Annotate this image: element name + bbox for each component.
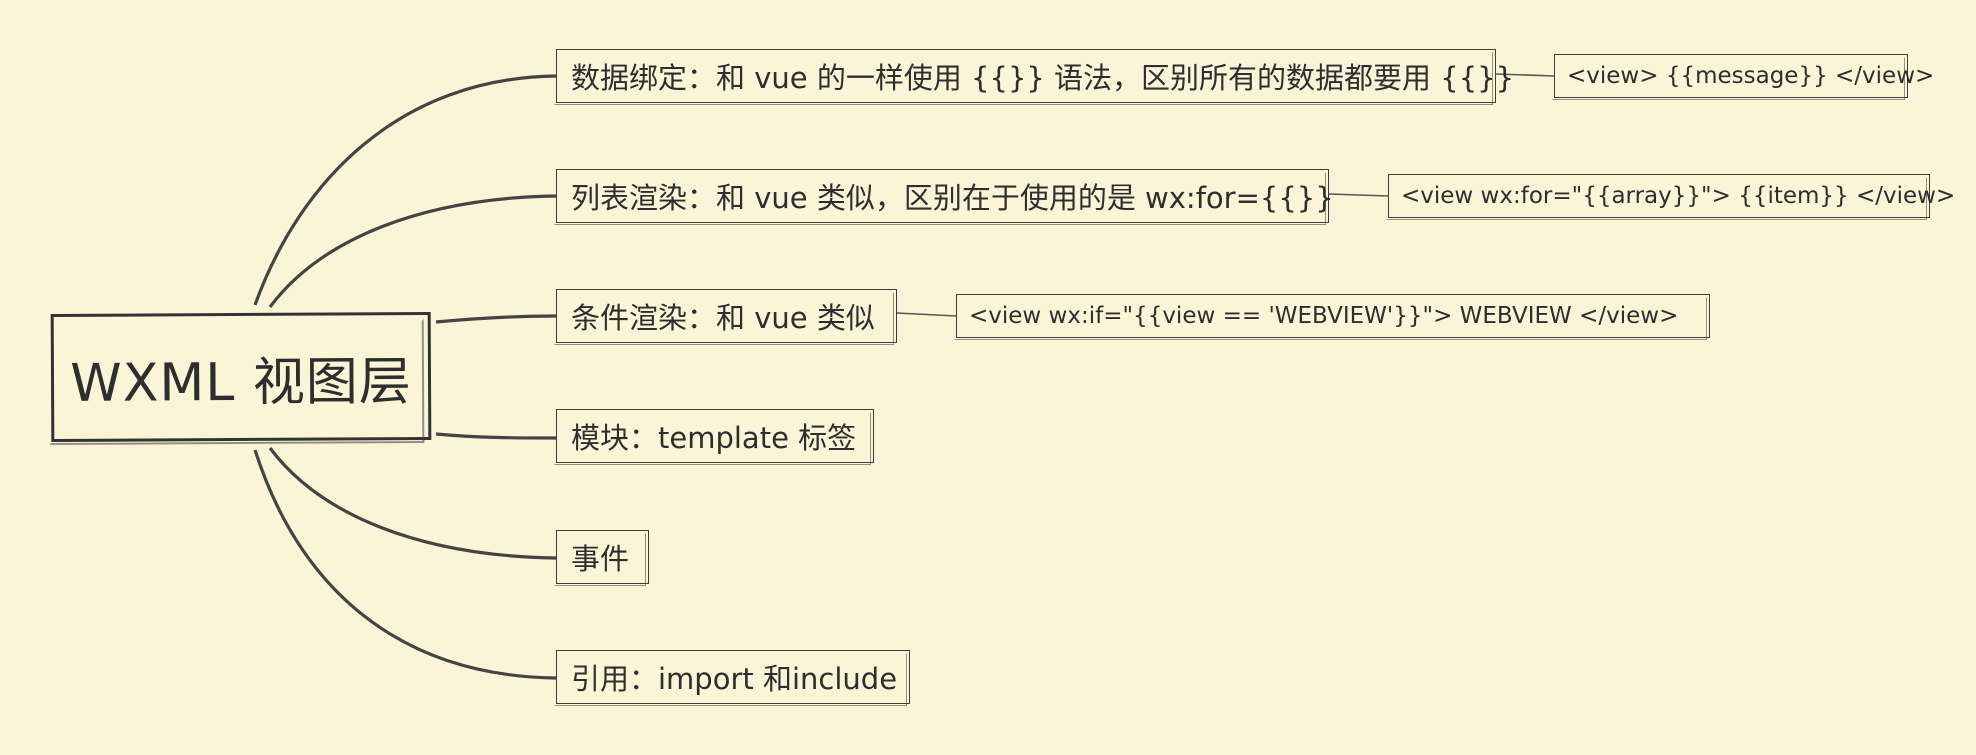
connector-root-branch-1 bbox=[253, 74, 557, 306]
connector-root-branch-3 bbox=[435, 314, 557, 324]
detail-node-list-rendering-example[interactable]: <view wx:for="{{array}}"> {{item}} </vie… bbox=[1386, 174, 1955, 220]
detail-node-data-binding-example[interactable]: <view> {{message}} </view> bbox=[1552, 54, 1934, 100]
branch-node-conditional-rendering[interactable]: 条件渲染：和 vue 类似 bbox=[554, 289, 897, 345]
branch-node-data-binding[interactable]: 数据绑定：和 vue 的一样使用 {{}} 语法，区别所有的数据都要用 {{}} bbox=[554, 49, 1514, 105]
connector-branch-2-detail bbox=[1328, 193, 1389, 197]
detail-node-conditional-rendering-example[interactable]: <view wx:if="{{view == 'WEBVIEW'}}"> WEB… bbox=[954, 294, 1710, 340]
connector-root-branch-2 bbox=[268, 194, 557, 308]
connector-root-branch-6 bbox=[253, 449, 557, 680]
connector-root-branch-5 bbox=[268, 447, 557, 560]
branch-node-module[interactable]: 模块：template 标签 bbox=[554, 409, 874, 465]
branch-node-list-rendering[interactable]: 列表渲染：和 vue 类似，区别在于使用的是 wx:for={{}} bbox=[554, 169, 1334, 225]
root-node[interactable]: WXML 视图层 bbox=[50, 312, 432, 442]
mind-map: WXML 视图层 数据绑定：和 vue 的一样使用 {{}} 语法，区别所有的数… bbox=[0, 0, 1976, 755]
connector-root-branch-4 bbox=[435, 432, 557, 440]
branch-node-reference[interactable]: 引用：import 和include bbox=[554, 650, 910, 706]
connector-branch-3-detail bbox=[896, 312, 957, 317]
branch-node-event[interactable]: 事件 bbox=[554, 530, 649, 586]
